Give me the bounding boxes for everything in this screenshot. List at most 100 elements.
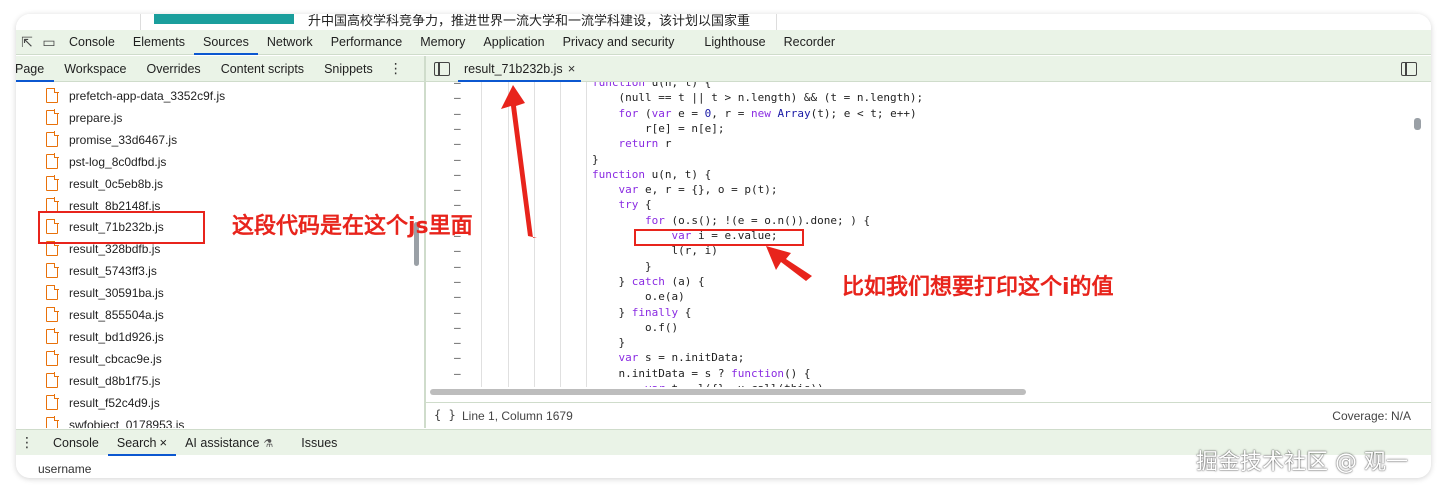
- cursor-position: Line 1, Column 1679: [462, 409, 573, 423]
- line-marker[interactable]: –: [454, 122, 461, 135]
- code-line[interactable]: – n.initData = s ? function() {: [426, 367, 1431, 382]
- file-name: prefetch-app-data_3352c9f.js: [69, 89, 226, 103]
- pretty-print-icon[interactable]: { }: [434, 408, 456, 422]
- drawer-tab-search[interactable]: Search ×: [107, 430, 177, 456]
- line-marker[interactable]: –: [454, 275, 461, 288]
- search-input[interactable]: username: [38, 462, 91, 476]
- device-toggle-icon[interactable]: ▭: [38, 31, 60, 53]
- code-line[interactable]: – var e, r = {}, o = p(t);: [426, 183, 1431, 198]
- line-marker[interactable]: –: [454, 260, 461, 273]
- file-item[interactable]: prefetch-app-data_3352c9f.js: [16, 85, 424, 107]
- file-item[interactable]: result_5743ff3.js: [16, 260, 424, 282]
- file-icon: [46, 262, 59, 279]
- file-name: result_30591ba.js: [69, 286, 164, 301]
- tab-privacy-security[interactable]: Privacy and security: [554, 30, 684, 55]
- code-line[interactable]: – r[e] = n[e];: [426, 122, 1431, 137]
- code-line[interactable]: – return r: [426, 137, 1431, 152]
- tab-memory[interactable]: Memory: [411, 30, 474, 55]
- line-marker[interactable]: –: [454, 351, 461, 364]
- horizontal-scrollbar[interactable]: [430, 388, 1424, 396]
- line-marker[interactable]: –: [454, 382, 461, 387]
- tab-recorder[interactable]: Recorder: [775, 30, 844, 55]
- code-line[interactable]: – function u(n, t) {: [426, 168, 1431, 183]
- webpage-strip: 升中国高校学科竞争力，推进世界一流大学和一流学科建设，该计划以国家重: [16, 14, 1431, 30]
- nav-tab-content-scripts[interactable]: Content scripts: [211, 56, 314, 82]
- file-item[interactable]: prepare.js: [16, 107, 424, 129]
- tab-performance[interactable]: Performance: [322, 30, 412, 55]
- nav-tab-overrides[interactable]: Overrides: [137, 56, 211, 82]
- line-marker[interactable]: –: [454, 82, 461, 89]
- code-line[interactable]: – l(r, i): [426, 244, 1431, 259]
- watermark: 掘金技术社区 @ 观一: [1196, 450, 1408, 475]
- tab-lighthouse[interactable]: Lighthouse: [695, 30, 774, 55]
- line-marker[interactable]: –: [454, 153, 461, 166]
- file-item[interactable]: pst-log_8c0dfbd.js: [16, 151, 424, 173]
- drawer-tab-label: AI assistance: [185, 435, 260, 450]
- file-item[interactable]: result_cbcac9e.js: [16, 348, 424, 370]
- code-editor[interactable]: – function u(n, t) {– (null == t || t > n…: [426, 82, 1431, 387]
- code-line[interactable]: – function u(n, t) {: [426, 82, 1431, 91]
- close-icon[interactable]: ×: [159, 435, 167, 450]
- file-icon: [46, 328, 59, 344]
- line-marker[interactable]: –: [454, 137, 461, 150]
- nav-tab-workspace[interactable]: Workspace: [54, 56, 136, 82]
- editor-file-tab[interactable]: result_71b232b.js ×: [458, 56, 582, 82]
- line-marker[interactable]: –: [454, 183, 461, 196]
- file-item[interactable]: swfobject_0178953.js: [16, 414, 424, 428]
- file-name: result_bd1d926.js: [69, 329, 164, 344]
- file-icon: [46, 109, 59, 125]
- tab-application[interactable]: Application: [474, 30, 553, 55]
- code-line[interactable]: – for (var e = 0, r = new Array(t); e < …: [426, 107, 1431, 122]
- file-name: result_cbcac9e.js: [69, 351, 162, 366]
- drawer-tab-console[interactable]: Console: [44, 430, 108, 456]
- tab-network[interactable]: Network: [258, 30, 322, 55]
- code-line[interactable]: –}: [426, 153, 1431, 168]
- code-line[interactable]: – var s = n.initData;: [426, 351, 1431, 366]
- code-line[interactable]: – try {: [426, 198, 1431, 213]
- code-text: for (var e = 0, r = new Array(t); e < t;…: [618, 106, 917, 120]
- scroll-thumb[interactable]: [430, 389, 1026, 395]
- line-marker[interactable]: –: [454, 367, 461, 380]
- annotation-file-box: [38, 211, 205, 244]
- line-marker[interactable]: –: [454, 306, 461, 319]
- file-icon: [46, 350, 59, 366]
- close-icon[interactable]: ×: [568, 61, 576, 76]
- code-line[interactable]: – } finally {: [426, 306, 1431, 321]
- line-marker[interactable]: –: [454, 244, 461, 257]
- toggle-debugger-icon[interactable]: [1401, 62, 1417, 76]
- code-text: return r: [618, 137, 672, 151]
- line-marker[interactable]: –: [454, 290, 461, 303]
- tab-console[interactable]: Console: [60, 30, 124, 55]
- drawer-tab-ai-assistance[interactable]: AI assistance ⚗: [176, 430, 282, 456]
- file-item[interactable]: result_bd1d926.js: [16, 326, 424, 348]
- code-line[interactable]: – var t = l({}, u.call(this)), ...: [426, 382, 1431, 387]
- line-marker[interactable]: –: [454, 168, 461, 181]
- file-item[interactable]: result_855504a.js: [16, 304, 424, 326]
- file-item[interactable]: result_30591ba.js: [16, 282, 424, 304]
- code-line[interactable]: – o.f(): [426, 321, 1431, 336]
- line-marker[interactable]: –: [454, 107, 461, 120]
- file-icon: [46, 394, 59, 410]
- nav-tab-page[interactable]: Page: [16, 56, 55, 82]
- file-icon: [46, 131, 59, 147]
- line-marker[interactable]: –: [454, 91, 461, 104]
- file-item[interactable]: result_0c5eb8b.js: [16, 173, 424, 195]
- nav-tab-snippets[interactable]: Snippets: [314, 56, 383, 82]
- file-item[interactable]: result_d8b1f75.js: [16, 370, 424, 392]
- coverage-status: Coverage: N/A: [1332, 409, 1411, 423]
- line-marker[interactable]: –: [454, 321, 461, 334]
- file-item[interactable]: result_f52c4d9.js: [16, 392, 424, 414]
- drawer-tab-issues[interactable]: Issues: [292, 430, 346, 456]
- inspect-icon[interactable]: ⇱: [16, 31, 38, 53]
- drawer-menu-icon[interactable]: ⋮: [16, 434, 44, 451]
- code-line[interactable]: – var i = e.value;: [426, 229, 1431, 244]
- toggle-navigator-icon[interactable]: [434, 61, 450, 76]
- more-options-icon[interactable]: ⋮: [383, 60, 409, 77]
- file-item[interactable]: promise_33d6467.js: [16, 129, 424, 151]
- code-line[interactable]: – for (o.s(); !(e = o.n()).done; ) {: [426, 214, 1431, 229]
- line-marker[interactable]: –: [454, 336, 461, 349]
- code-line[interactable]: – }: [426, 336, 1431, 351]
- tab-elements[interactable]: Elements: [124, 30, 194, 55]
- code-line[interactable]: – (null == t || t > n.length) && (t = n.…: [426, 91, 1431, 106]
- tab-sources[interactable]: Sources: [193, 30, 258, 55]
